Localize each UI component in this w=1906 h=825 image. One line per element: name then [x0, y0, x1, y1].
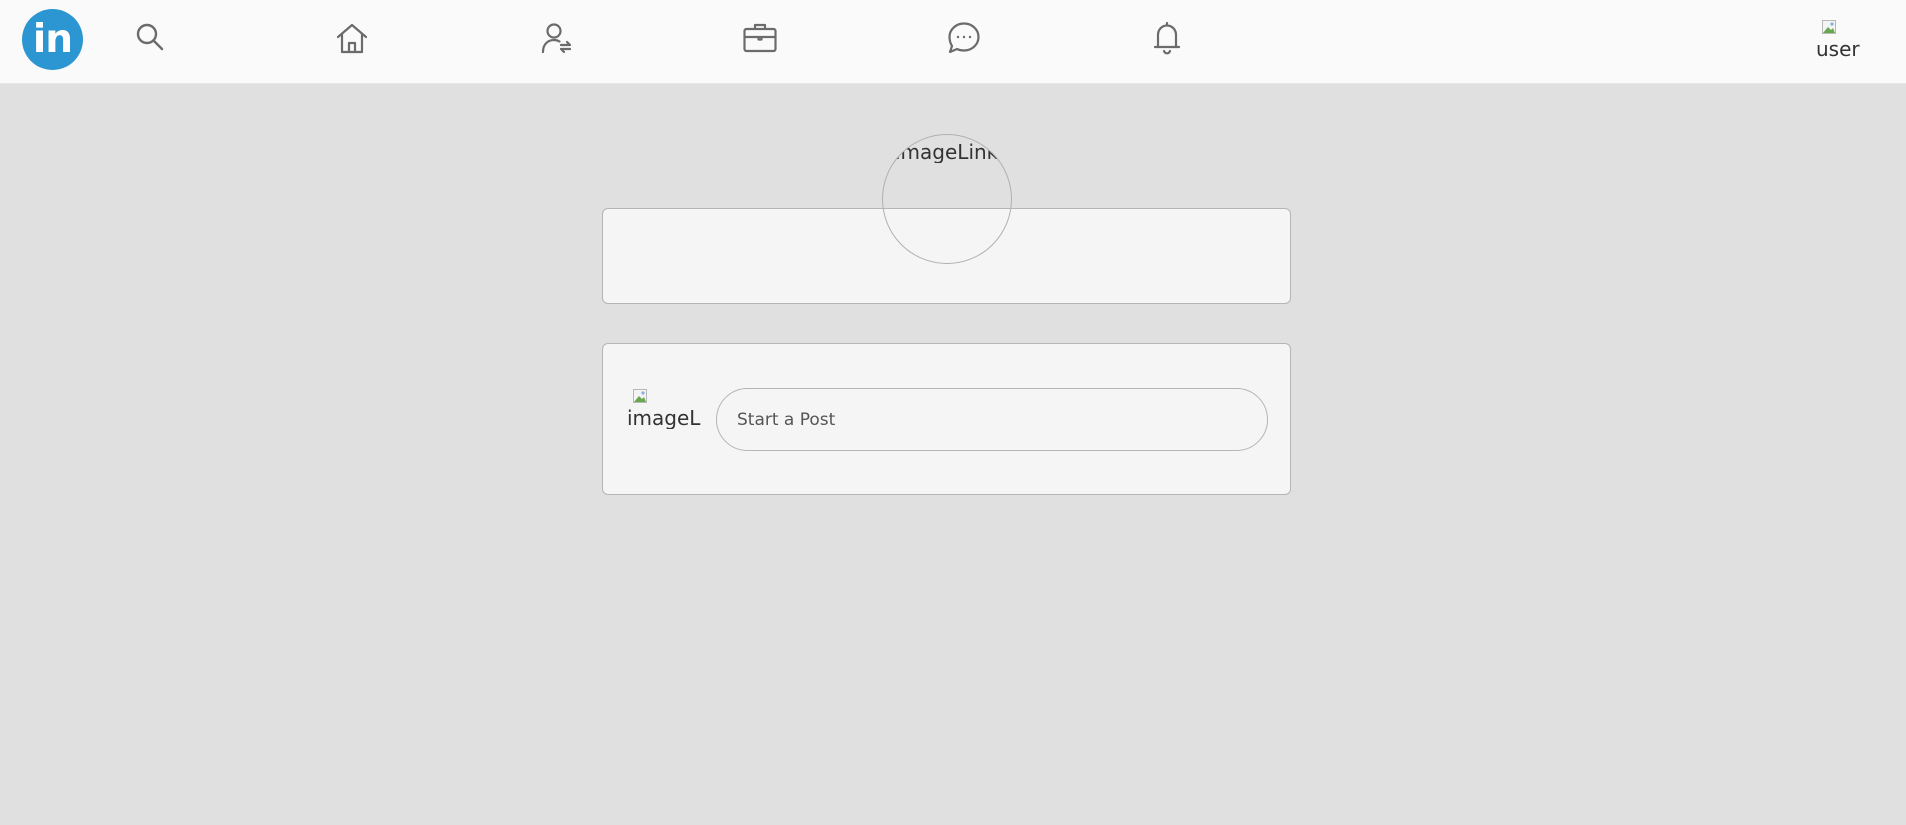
- linkedin-logo[interactable]: in: [22, 9, 83, 70]
- top-navbar: in user: [0, 0, 1906, 84]
- chat-icon[interactable]: [946, 20, 982, 56]
- profile-avatar-image: imageLink: [895, 141, 998, 163]
- user-avatar-image: user: [1816, 16, 1864, 60]
- user-avatar-alt-text: user: [1816, 37, 1860, 60]
- bell-icon[interactable]: [1149, 20, 1185, 56]
- post-avatar-alt-text: imageLink: [627, 406, 701, 429]
- search-icon[interactable]: [132, 20, 168, 56]
- user-avatar[interactable]: user: [1816, 16, 1864, 64]
- people-icon[interactable]: [538, 20, 574, 56]
- start-post-card: imageLink: [602, 343, 1291, 495]
- post-author-avatar: imageLink: [627, 385, 701, 433]
- broken-image-icon: [633, 385, 647, 403]
- post-avatar-image: imageLink: [627, 385, 701, 429]
- broken-image-icon: [1822, 16, 1836, 34]
- start-post-input[interactable]: [716, 388, 1268, 451]
- home-icon[interactable]: [334, 20, 370, 56]
- profile-avatar-alt-text: imageLink: [895, 141, 999, 163]
- briefcase-icon[interactable]: [742, 20, 778, 56]
- profile-avatar[interactable]: imageLink: [882, 134, 1012, 264]
